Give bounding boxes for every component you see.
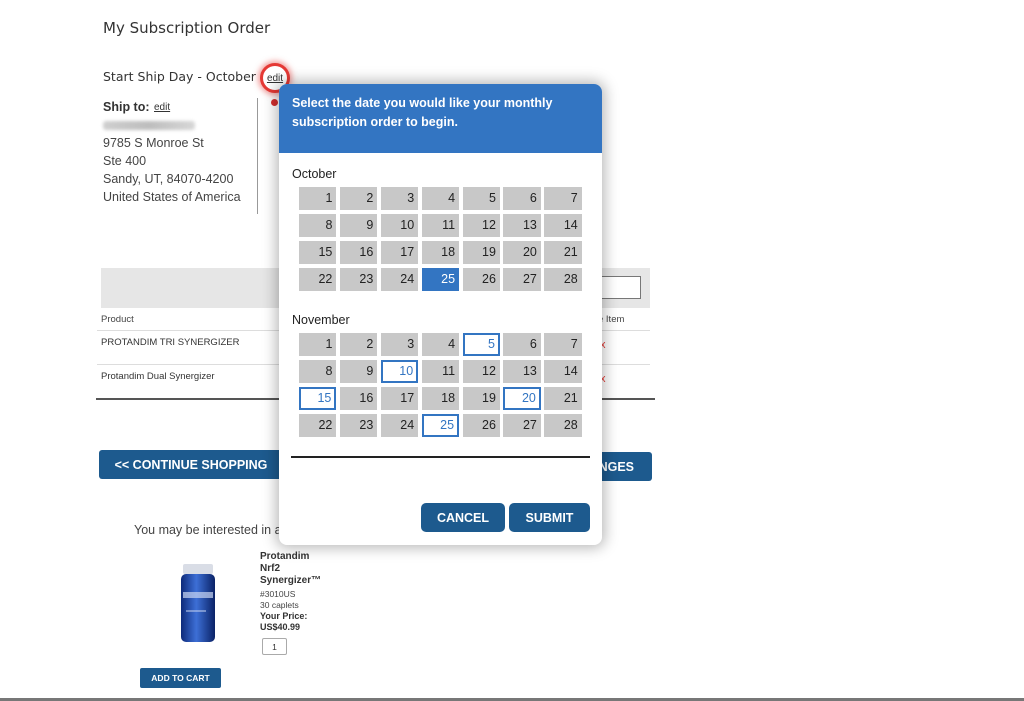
price-label: Your Price: (260, 611, 308, 621)
day-november-13[interactable]: 13 (503, 360, 541, 383)
address-line-1: 9785 S Monroe St (103, 136, 204, 150)
day-november-7[interactable]: 7 (544, 333, 582, 356)
day-november-12[interactable]: 12 (462, 360, 500, 383)
ship-to-label: Ship to: (103, 100, 150, 114)
day-october-17[interactable]: 17 (380, 241, 419, 264)
day-october-8[interactable]: 8 (299, 214, 337, 237)
day-november-8[interactable]: 8 (299, 360, 337, 383)
status-dot-icon (271, 99, 278, 106)
day-november-16[interactable]: 16 (339, 387, 378, 410)
day-october-20[interactable]: 20 (503, 241, 541, 264)
day-november-23[interactable]: 23 (339, 414, 378, 437)
address-line-4: United States of America (103, 190, 241, 204)
day-november-5[interactable]: 5 (462, 333, 500, 356)
start-ship-day: Start Ship Day - October 25 (103, 69, 276, 84)
day-november-14[interactable]: 14 (544, 360, 582, 383)
modal-divider (291, 456, 590, 458)
day-october-10[interactable]: 10 (380, 214, 419, 237)
day-october-14[interactable]: 14 (544, 214, 582, 237)
day-october-13[interactable]: 13 (503, 214, 541, 237)
modal-header: Select the date you would like your mont… (279, 84, 602, 153)
day-october-2[interactable]: 2 (339, 187, 378, 210)
add-to-cart-button[interactable]: ADD TO CART (140, 668, 221, 688)
day-october-11[interactable]: 11 (421, 214, 460, 237)
day-october-6[interactable]: 6 (503, 187, 541, 210)
day-october-4[interactable]: 4 (421, 187, 460, 210)
day-november-11[interactable]: 11 (421, 360, 460, 383)
day-november-20[interactable]: 20 (503, 387, 541, 410)
day-october-16[interactable]: 16 (339, 241, 378, 264)
redacted-name (103, 121, 195, 130)
product-sku: #3010US (260, 589, 296, 599)
calendar-october: 1 2 3 4 5 6 7 8 9 10 11 12 13 14 15 16 17 18 19 20 21 22 23 24 2… (299, 187, 584, 291)
day-october-7[interactable]: 7 (544, 187, 582, 210)
day-october-5[interactable]: 5 (462, 187, 500, 210)
table-row: Protandim Dual Synergizer (101, 371, 215, 382)
day-october-21[interactable]: 21 (544, 241, 582, 264)
product-name[interactable]: Protandim Nrf2 Synergizer™ (260, 551, 330, 587)
day-october-3[interactable]: 3 (380, 187, 419, 210)
month-label-october: October (292, 167, 337, 181)
day-november-9[interactable]: 9 (339, 360, 378, 383)
day-october-15[interactable]: 15 (299, 241, 337, 264)
quantity-input[interactable] (596, 276, 641, 299)
address-divider (257, 98, 258, 214)
day-october-27[interactable]: 27 (503, 268, 541, 291)
day-november-2[interactable]: 2 (339, 333, 378, 356)
day-november-26[interactable]: 26 (462, 414, 500, 437)
day-october-25[interactable]: 25 (421, 268, 460, 291)
day-november-25[interactable]: 25 (421, 414, 460, 437)
product-quantity-input[interactable]: 1 (262, 638, 287, 655)
day-november-1[interactable]: 1 (299, 333, 337, 356)
day-november-3[interactable]: 3 (380, 333, 419, 356)
day-november-15[interactable]: 15 (299, 387, 337, 410)
day-october-23[interactable]: 23 (339, 268, 378, 291)
day-november-21[interactable]: 21 (544, 387, 582, 410)
day-november-17[interactable]: 17 (380, 387, 419, 410)
day-october-19[interactable]: 19 (462, 241, 500, 264)
recommendation-heading: You may be interested in a (134, 523, 282, 537)
day-november-4[interactable]: 4 (421, 333, 460, 356)
day-november-18[interactable]: 18 (421, 387, 460, 410)
calendar-november: 1 2 3 4 5 6 7 8 9 10 11 12 13 14 15 16 17 18 19 20 21 22 23 24 2… (299, 333, 584, 437)
date-picker-modal: Select the date you would like your mont… (279, 84, 602, 545)
day-october-24[interactable]: 24 (380, 268, 419, 291)
product-price: US$40.99 (260, 622, 301, 632)
table-row: PROTANDIM TRI SYNERGIZER (101, 337, 240, 348)
ship-to-edit-link[interactable]: edit (154, 102, 170, 113)
day-october-12[interactable]: 12 (462, 214, 500, 237)
day-november-22[interactable]: 22 (299, 414, 337, 437)
day-november-10[interactable]: 10 (380, 360, 419, 383)
day-october-28[interactable]: 28 (544, 268, 582, 291)
column-product: Product (101, 314, 134, 325)
day-november-24[interactable]: 24 (380, 414, 419, 437)
address-line-3: Sandy, UT, 84070-4200 (103, 172, 234, 186)
page-title: My Subscription Order (103, 19, 271, 37)
day-november-6[interactable]: 6 (503, 333, 541, 356)
day-october-22[interactable]: 22 (299, 268, 337, 291)
address-line-2: Ste 400 (103, 154, 147, 168)
day-november-19[interactable]: 19 (462, 387, 500, 410)
day-october-1[interactable]: 1 (299, 187, 337, 210)
cancel-button[interactable]: CANCEL (421, 503, 505, 532)
day-october-26[interactable]: 26 (462, 268, 500, 291)
month-label-november: November (292, 313, 350, 327)
day-october-9[interactable]: 9 (339, 214, 378, 237)
day-november-28[interactable]: 28 (544, 414, 582, 437)
day-november-27[interactable]: 27 (503, 414, 541, 437)
product-bottle-image (177, 562, 219, 644)
day-october-18[interactable]: 18 (421, 241, 460, 264)
continue-shopping-button[interactable]: << CONTINUE SHOPPING (99, 450, 283, 479)
submit-button[interactable]: SUBMIT (509, 503, 590, 532)
product-count: 30 caplets (260, 600, 299, 610)
